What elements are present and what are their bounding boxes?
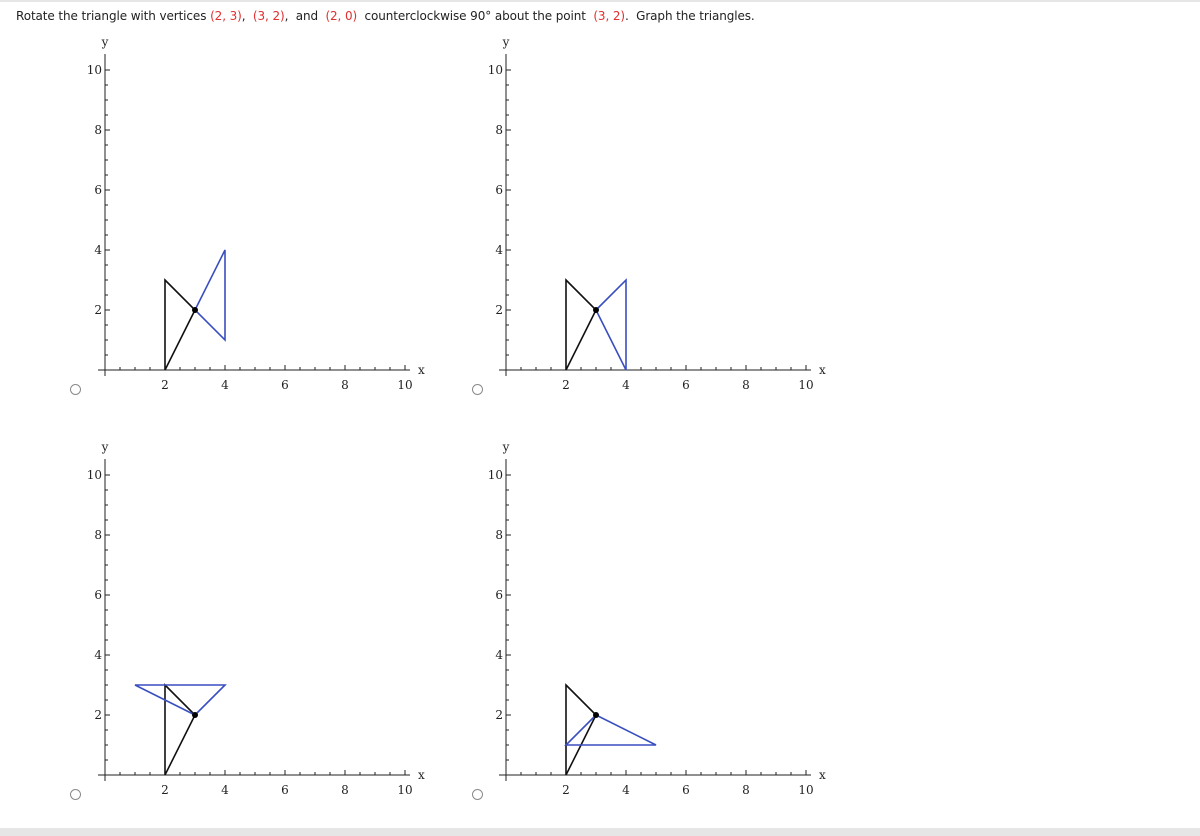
- x-axis-label: x: [819, 768, 826, 782]
- x-tick-label: 6: [682, 783, 690, 797]
- y-axis-label: y: [502, 440, 510, 454]
- answer-option-d[interactable]: 2 4 6 8 10 2 4 6 8 10 x y: [0, 0, 826, 800]
- y-tick-label: 10: [488, 468, 503, 482]
- x-tick-label: 2: [562, 783, 570, 797]
- rotation-center-point: [593, 712, 599, 718]
- y-tick-label: 8: [495, 528, 503, 542]
- x-tick-label: 10: [798, 783, 813, 797]
- rotated-triangle: [564, 714, 657, 746]
- y-tick-label: 2: [495, 708, 503, 722]
- bottom-border: [0, 828, 1200, 836]
- x-tick-label: 4: [622, 783, 630, 797]
- y-tick-label: 6: [495, 588, 503, 602]
- graph-d: 2 4 6 8 10 2 4 6 8 10 x y: [488, 440, 826, 797]
- y-tick-label: 4: [495, 648, 503, 662]
- x-tick-label: 8: [742, 783, 750, 797]
